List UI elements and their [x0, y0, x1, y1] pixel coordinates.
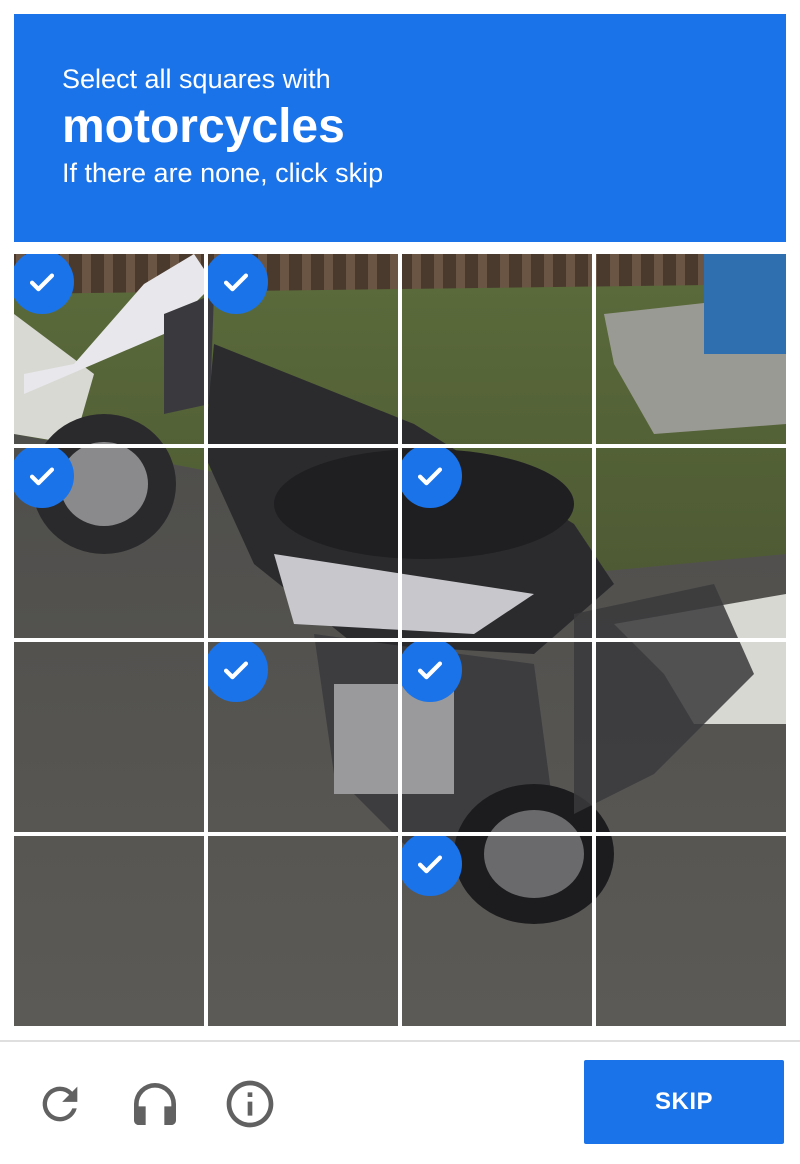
image-tile-r2-c3[interactable] [402, 448, 592, 638]
tile-image [596, 836, 786, 1026]
instruction-text: Select all squares with [62, 64, 331, 94]
image-tile-r3-c1[interactable] [14, 642, 204, 832]
target-keyword: motorcycles [62, 100, 345, 153]
tile-image [208, 448, 398, 638]
image-tile-r2-c1[interactable] [14, 448, 204, 638]
tile-image [596, 254, 786, 444]
info-icon[interactable] [222, 1072, 278, 1136]
image-tile-r2-c4[interactable] [596, 448, 786, 638]
tile-image [596, 448, 786, 638]
audio-headphones-icon[interactable] [127, 1072, 183, 1136]
instruction-header: Select all squares with motorcycles If t… [14, 14, 786, 242]
tile-image [14, 642, 204, 832]
skip-hint: If there are none, click skip [62, 158, 384, 188]
image-tile-r3-c3[interactable] [402, 642, 592, 832]
image-tile-r1-c2[interactable] [208, 254, 398, 444]
image-tile-r3-c2[interactable] [208, 642, 398, 832]
tile-image [596, 642, 786, 832]
image-tile-r1-c1[interactable] [14, 254, 204, 444]
tile-image [208, 836, 398, 1026]
image-tile-r1-c3[interactable] [402, 254, 592, 444]
image-tile-r2-c2[interactable] [208, 448, 398, 638]
footer-divider [0, 1040, 800, 1042]
image-tile-r4-c4[interactable] [596, 836, 786, 1026]
image-tile-r4-c1[interactable] [14, 836, 204, 1026]
image-tile-r4-c3[interactable] [402, 836, 592, 1026]
skip-button[interactable]: SKIP [584, 1060, 784, 1144]
image-grid [14, 254, 786, 1026]
image-tile-r4-c2[interactable] [208, 836, 398, 1026]
image-tile-r1-c4[interactable] [596, 254, 786, 444]
tile-image [14, 836, 204, 1026]
tile-image [402, 254, 592, 444]
captcha-challenge: Select all squares with motorcycles If t… [0, 0, 800, 1164]
reload-icon[interactable] [32, 1072, 88, 1136]
image-tile-r3-c4[interactable] [596, 642, 786, 832]
